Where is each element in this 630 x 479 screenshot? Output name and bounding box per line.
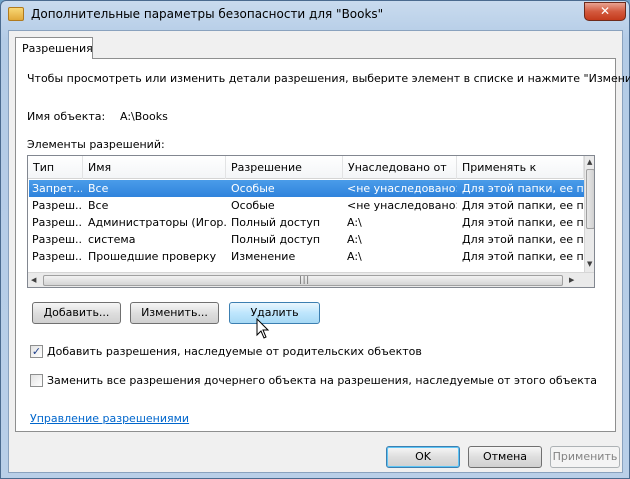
intro-text: Чтобы просмотреть или изменить детали ра…	[27, 72, 630, 85]
scroll-up-icon[interactable]: ▲	[587, 158, 592, 166]
cancel-button[interactable]: Отмена	[468, 446, 542, 468]
dialog-client-area: Разрешения Чтобы просмотреть или изменит…	[8, 30, 630, 473]
cell-type: Разреш...	[32, 199, 82, 212]
permission-entries-label: Элементы разрешений:	[27, 138, 165, 151]
cell-type: Разреш...	[32, 216, 82, 229]
cell-applies: Для этой папки, ее под...	[462, 233, 584, 246]
cell-name: Все	[88, 199, 109, 212]
vertical-scrollbar[interactable]: ▲ ▼	[584, 156, 594, 272]
inherit-permissions-checkbox[interactable]: ✓	[30, 345, 43, 358]
horizontal-scroll-thumb[interactable]: |||	[43, 275, 563, 286]
apply-button[interactable]: Применить	[550, 446, 620, 468]
cell-type: Разреш...	[32, 250, 82, 263]
cell-permission: Полный доступ	[231, 233, 321, 246]
add-button[interactable]: Добавить...	[32, 302, 121, 324]
inherit-permissions-label[interactable]: Добавить разрешения, наследуемые от роди…	[47, 345, 422, 358]
cell-applies: Для этой папки, ее под...	[462, 182, 584, 195]
cell-permission: Полный доступ	[231, 216, 321, 229]
cell-type: Запрет...	[32, 182, 82, 195]
list-header: Тип Имя Разрешение Унаследовано от Приме…	[28, 156, 584, 179]
object-name-value: A:\Books	[120, 110, 168, 123]
table-row[interactable]: Запрет... Все Особые <не унаследовано> Д…	[29, 180, 584, 197]
table-row[interactable]: Разреш... система Полный доступ A:\ Для …	[29, 231, 584, 248]
column-header-permission[interactable]: Разрешение	[226, 156, 343, 179]
window-title: Дополнительные параметры безопасности дл…	[31, 7, 384, 21]
cell-permission: Особые	[231, 182, 275, 195]
cell-applies: Для этой папки, ее под...	[462, 216, 584, 229]
title-bar[interactable]: Дополнительные параметры безопасности дл…	[1, 1, 629, 29]
column-header-name[interactable]: Имя	[83, 156, 226, 179]
column-header-inherited[interactable]: Унаследовано от	[343, 156, 457, 179]
permissions-tab-page: Чтобы просмотреть или изменить детали ра…	[15, 58, 630, 432]
horizontal-scrollbar[interactable]: ◀ ||| ▶	[28, 272, 594, 287]
replace-child-permissions-checkbox[interactable]	[30, 374, 43, 387]
vertical-scroll-thumb[interactable]	[586, 169, 594, 229]
scroll-right-icon[interactable]: ▶	[569, 276, 574, 284]
cell-applies: Для этой папки, ее под...	[462, 199, 584, 212]
cell-type: Разреш...	[32, 233, 82, 246]
cell-inherited: A:\	[347, 216, 362, 229]
cell-name: Прошедшие проверку	[88, 250, 217, 263]
object-name-label: Имя объекта:	[27, 110, 106, 123]
scroll-down-icon[interactable]: ▼	[587, 260, 592, 268]
scroll-left-icon[interactable]: ◀	[31, 276, 36, 284]
replace-child-permissions-label[interactable]: Заменить все разрешения дочернего объект…	[47, 374, 597, 387]
table-row[interactable]: Разреш... Все Особые <не унаследовано> Д…	[29, 197, 584, 214]
cell-inherited: A:\	[347, 233, 362, 246]
edit-button[interactable]: Изменить...	[130, 302, 219, 324]
delete-button[interactable]: Удалить	[229, 302, 320, 324]
folder-icon	[8, 7, 24, 21]
cell-inherited: A:\	[347, 250, 362, 263]
cell-permission: Изменение	[231, 250, 296, 263]
mouse-pointer-icon	[256, 318, 270, 339]
cell-inherited: <не унаследовано>	[347, 182, 457, 195]
close-button[interactable]: ✕	[584, 2, 626, 21]
scroll-grip-icon: |||	[299, 275, 311, 284]
column-header-type[interactable]: Тип	[28, 156, 83, 179]
security-dialog-window: Дополнительные параметры безопасности дл…	[0, 0, 630, 479]
cell-permission: Особые	[231, 199, 275, 212]
manage-permissions-link[interactable]: Управление разрешениями	[30, 412, 189, 425]
column-header-applies[interactable]: Применять к	[457, 156, 584, 179]
cell-name: Администраторы (Игор...	[88, 216, 226, 229]
cell-name: система	[88, 233, 136, 246]
cell-name: Все	[88, 182, 109, 195]
table-row[interactable]: Разреш... Администраторы (Игор... Полный…	[29, 214, 584, 231]
tab-permissions[interactable]: Разрешения	[15, 37, 93, 59]
table-row[interactable]: Разреш... Прошедшие проверку Изменение A…	[29, 248, 584, 265]
permission-entries-list[interactable]: Тип Имя Разрешение Унаследовано от Приме…	[27, 155, 595, 288]
cell-inherited: <не унаследовано>	[347, 199, 457, 212]
ok-button[interactable]: OK	[386, 446, 460, 468]
cell-applies: Для этой папки, ее под...	[462, 250, 584, 263]
